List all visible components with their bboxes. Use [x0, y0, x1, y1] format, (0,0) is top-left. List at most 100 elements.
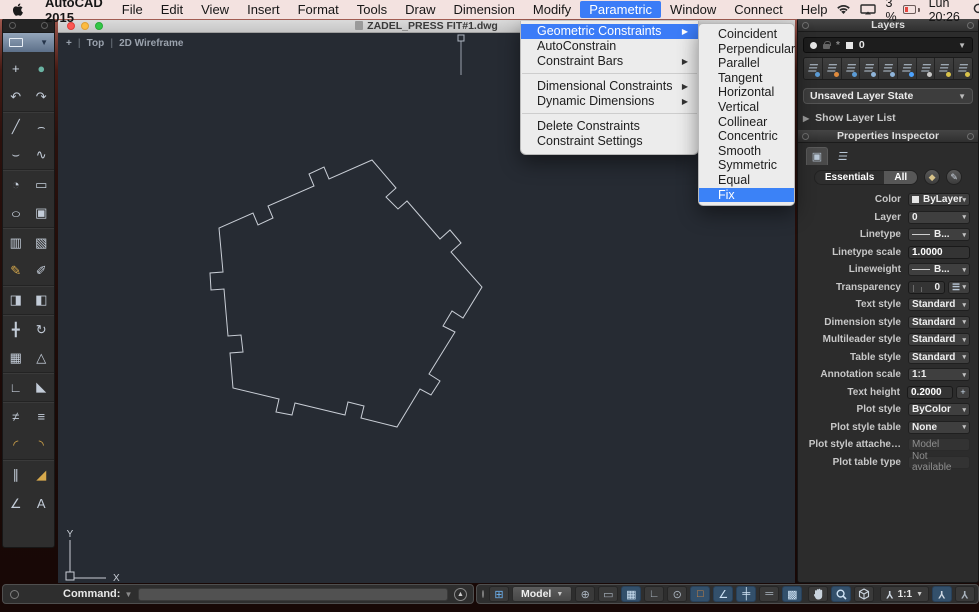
submenu-option[interactable]: Equal	[699, 173, 794, 188]
erase-tool[interactable]: ◧	[30, 288, 52, 312]
palette-header[interactable]: ▼	[3, 33, 54, 52]
command-history-icon[interactable]: ▼	[124, 590, 132, 599]
expand-command-history-button[interactable]: ▲	[454, 588, 467, 601]
command-bar-handle-icon[interactable]	[10, 590, 19, 599]
circle-tool[interactable]: ◔	[5, 173, 27, 197]
status-bar-handle-icon[interactable]	[482, 590, 484, 598]
show-layer-list-toggle[interactable]: ▶ Show Layer List	[803, 112, 973, 124]
zoom-button[interactable]	[831, 586, 851, 602]
wifi-icon[interactable]	[836, 4, 851, 15]
multileader-style-dropdown[interactable]: Standard▾	[908, 333, 970, 346]
polar-tracking-toggle[interactable]: ⊙	[667, 586, 687, 602]
menu-item[interactable]: Modify	[524, 1, 580, 18]
menu-option[interactable]: AutoConstrain	[521, 39, 698, 54]
menu-item[interactable]: Format	[289, 1, 348, 18]
panel-close-icon[interactable]	[802, 133, 809, 140]
text-height-input[interactable]: 0.2000	[907, 386, 953, 399]
unisolate-layer-button[interactable]: ☰	[917, 58, 936, 79]
menu-item[interactable]: View	[192, 1, 238, 18]
apple-menu-icon[interactable]	[12, 3, 25, 16]
menu-item[interactable]: Insert	[238, 1, 289, 18]
block-tool[interactable]: ◨	[5, 288, 27, 312]
curve-tool[interactable]: ⌣	[5, 143, 27, 167]
menu-item[interactable]: File	[113, 1, 152, 18]
menu-option[interactable]: Delete Constraints	[521, 119, 698, 134]
angle-tool[interactable]: ∠	[5, 492, 27, 516]
lineweight-dropdown[interactable]: B...▾	[908, 263, 970, 276]
submenu-option[interactable]: Parallel	[699, 56, 794, 71]
pencil-tool[interactable]: ✎	[5, 259, 27, 283]
layer-dropdown[interactable]: 0▾	[908, 211, 970, 224]
dynamic-input-toggle[interactable]: ∠	[713, 586, 733, 602]
pick-height-button[interactable]: +	[956, 386, 970, 399]
isolate-layer-button[interactable]: ☰	[898, 58, 917, 79]
submenu-option[interactable]: Collinear	[699, 115, 794, 130]
measure-tool[interactable]: ∟	[5, 375, 27, 399]
text-style-dropdown[interactable]: Standard▾	[908, 298, 970, 311]
tab-layers[interactable]: ☰	[831, 147, 856, 165]
layout-columns-icon[interactable]: ⊞	[489, 586, 509, 602]
properties-inspector-header[interactable]: Properties Inspector	[798, 130, 978, 143]
quick-select-button[interactable]: ◆	[924, 169, 940, 185]
mirror-tool[interactable]: △	[30, 346, 52, 370]
rectangle-tool[interactable]: ▭	[30, 173, 52, 197]
plot-style-table-dropdown[interactable]: None▾	[908, 421, 970, 434]
ortho-toggle[interactable]: ∟	[644, 586, 664, 602]
submenu-option[interactable]: Vertical	[699, 100, 794, 115]
annotation-scale-dropdown[interactable]: Y 1:1 ▼	[880, 586, 929, 602]
scale-tool[interactable]: ◢	[30, 463, 52, 487]
move-tool[interactable]: ╋	[5, 318, 27, 342]
extend-tool[interactable]: ◝	[30, 433, 52, 457]
airplay-display-icon[interactable]	[860, 4, 876, 15]
layer-on-off-button[interactable]: ☰	[860, 58, 879, 79]
submenu-option[interactable]: Symmetric	[699, 158, 794, 173]
menu-item[interactable]: Connect	[725, 1, 791, 18]
menu-option[interactable]: Geometric Constraints ▶	[521, 24, 698, 39]
pan-button[interactable]	[808, 586, 828, 602]
snap-toggle[interactable]: ⊕	[575, 586, 595, 602]
auto-annotation-toggle[interactable]: Y	[955, 586, 975, 602]
annotation-visibility-toggle[interactable]: Y	[932, 586, 952, 602]
current-layer-dropdown[interactable]: * 0 ▼	[803, 37, 973, 53]
text-tool[interactable]: A	[30, 492, 52, 516]
transparency-slider[interactable]: 0	[908, 281, 945, 294]
submenu-option[interactable]: Tangent	[699, 71, 794, 86]
table-style-dropdown[interactable]: Standard▾	[908, 351, 970, 364]
submenu-option[interactable]: Horizontal	[699, 85, 794, 100]
layer-properties-button[interactable]: ☰	[823, 58, 842, 79]
copy-tool[interactable]: ▥	[5, 231, 27, 255]
join-tool[interactable]: ≡	[30, 405, 52, 429]
menu-option[interactable]: Constraint Settings	[521, 134, 698, 149]
infer-constraints-toggle[interactable]: ▭	[598, 586, 618, 602]
menu-item[interactable]: Window	[661, 1, 725, 18]
segment-essentials[interactable]: Essentials	[815, 171, 884, 184]
menu-option[interactable]: Constraint Bars ▶	[521, 54, 698, 69]
submenu-option[interactable]: Perpendicular	[699, 42, 794, 57]
panel-collapse-icon[interactable]	[967, 133, 974, 140]
spotlight-search-icon[interactable]	[973, 3, 979, 16]
grid-toggle[interactable]: ▦	[621, 586, 641, 602]
chamfer-tool[interactable]: ◣	[30, 375, 52, 399]
arc-tool[interactable]: ⌢	[30, 115, 52, 139]
layer-freeze-button[interactable]: ☰	[879, 58, 898, 79]
submenu-option[interactable]: Coincident	[699, 27, 794, 42]
break-tool[interactable]: ≠	[5, 405, 27, 429]
menu-item[interactable]: Help	[792, 1, 837, 18]
object-snap-tracking-toggle[interactable]: ╪	[736, 586, 756, 602]
menu-option[interactable]	[522, 73, 697, 75]
region-tool[interactable]: ▣	[30, 201, 52, 225]
new-layer-button[interactable]: ☰	[804, 58, 823, 79]
transparency-toggle[interactable]: ▩	[782, 586, 802, 602]
menu-item[interactable]: Dimension	[444, 1, 523, 18]
lock-layer-button[interactable]: ☰	[935, 58, 954, 79]
color-dropdown[interactable]: ByLayer▾	[908, 193, 970, 206]
line-tool[interactable]: ╱	[5, 115, 27, 139]
submenu-option[interactable]: Fix	[699, 188, 794, 203]
lineweight-toggle[interactable]: ═	[759, 586, 779, 602]
menu-item[interactable]: Draw	[396, 1, 444, 18]
linetype-dropdown[interactable]: B...▾	[908, 228, 970, 241]
app-name[interactable]: AutoCAD 2015	[35, 0, 113, 25]
menu-clock[interactable]: Lun 20:26	[929, 0, 965, 24]
segment-all[interactable]: All	[884, 171, 917, 184]
model-space-dropdown[interactable]: Model▼	[512, 586, 572, 602]
